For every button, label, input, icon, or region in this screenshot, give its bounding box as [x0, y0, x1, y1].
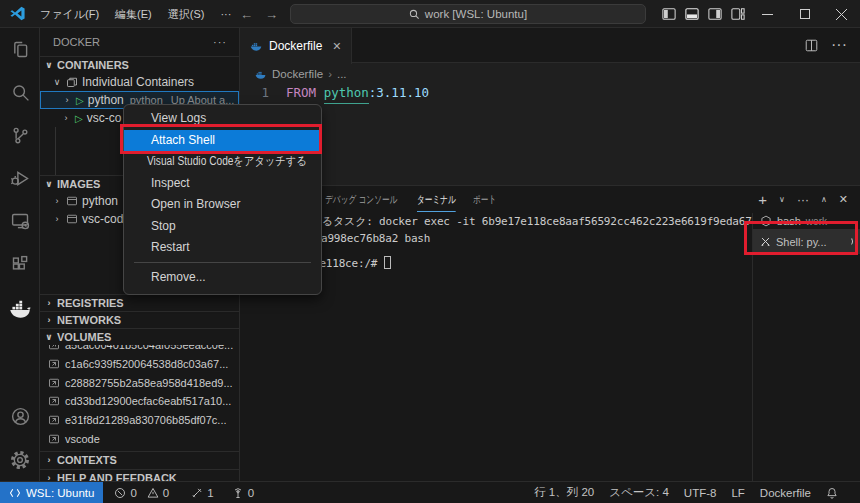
radio-tower-icon [232, 487, 244, 499]
menu-selection[interactable]: 選択(S) [160, 3, 213, 25]
menu-attach-vscode[interactable]: Visual Studio Codeをアタッチする [124, 151, 291, 173]
remote-icon [9, 487, 21, 499]
volume-icon [48, 377, 60, 389]
split-editor-icon[interactable] [805, 39, 818, 52]
toggle-sidebar-icon[interactable] [662, 7, 676, 21]
container-group-icon [66, 76, 78, 88]
section-volumes[interactable]: ∨VOLUMES [40, 328, 239, 345]
remote-explorer-icon[interactable] [0, 200, 40, 243]
activity-bar [0, 28, 40, 481]
settings-gear-icon[interactable] [0, 438, 40, 481]
panel-more-icon[interactable]: ··· [797, 193, 809, 207]
container-running-icon: ▷ [75, 113, 83, 124]
error-icon [114, 487, 126, 499]
terminal-prompt: 7e118ce:/# [313, 256, 391, 270]
section-registries[interactable]: ›REGISTRIES [40, 294, 239, 311]
search-text: work [WSL: Ubuntu] [425, 8, 527, 20]
source-control-icon[interactable] [0, 114, 40, 157]
volume-row[interactable]: c1a6c939f520064538d8c03a67... [40, 355, 239, 374]
extensions-icon[interactable] [0, 243, 40, 286]
problems-indicator[interactable]: 0 0 [109, 487, 174, 499]
panel-tab-ports[interactable]: ポート [473, 186, 496, 212]
menu-inspect[interactable]: Inspect [124, 173, 321, 195]
volume-row[interactable]: e31f8d21289a830706b85df07c... [40, 411, 239, 430]
tab-dockerfile[interactable]: Dockerfile ✕ [240, 28, 352, 64]
nav-back-icon[interactable]: ← [240, 7, 253, 22]
tools-indicator[interactable]: 1 [186, 487, 218, 499]
accounts-icon[interactable] [0, 395, 40, 438]
remote-indicator[interactable]: WSL: Ubuntu [0, 482, 103, 503]
menu-file[interactable]: ファイル(F) [32, 3, 107, 25]
volume-icon [48, 414, 60, 426]
code-line-1: 1 FROM python :3.11.10 [240, 85, 429, 104]
warning-icon [147, 487, 159, 499]
volume-row[interactable]: vscode [40, 429, 239, 448]
editor-tab-bar: Dockerfile ✕ ··· [240, 28, 860, 63]
volume-row[interactable]: c28882755b2a58ea958d418ed9... [40, 374, 239, 393]
bell-icon[interactable] [826, 487, 838, 499]
status-bar: WSL: Ubuntu 0 0 1 0 行 1、列 20 スペース: 4 UTF… [0, 481, 860, 503]
search-icon [409, 9, 420, 20]
menu-remove[interactable]: Remove... [124, 267, 321, 289]
panel-tab-terminal[interactable]: ターミナル [417, 186, 456, 212]
tools-icon [191, 487, 203, 499]
volume-icon [48, 433, 60, 445]
volume-row[interactable]: a5cac00401b5c04af055eeacc0e... [40, 345, 239, 355]
panel-close-icon[interactable]: ✕ [839, 193, 848, 206]
language-mode[interactable]: Dockerfile [760, 487, 811, 499]
new-terminal-icon[interactable]: + [758, 191, 767, 208]
run-debug-icon[interactable] [0, 157, 40, 200]
panel-tab-debug-console[interactable]: デバッグ コンソール [325, 186, 398, 212]
close-button[interactable] [823, 0, 860, 28]
search-view-icon[interactable] [0, 71, 40, 114]
annotation-shell-terminal [744, 221, 858, 255]
explorer-icon[interactable] [0, 28, 40, 71]
section-containers[interactable]: ∨CONTAINERS [40, 56, 239, 73]
volume-icon [48, 395, 60, 407]
container-running-icon: ▷ [76, 95, 84, 106]
title-bar: ファイル(F) 編集(E) 選択(S) ··· ← → work [WSL: U… [0, 0, 860, 28]
menu-edit[interactable]: 編集(E) [107, 3, 160, 25]
menu-stop[interactable]: Stop [124, 216, 321, 238]
section-help[interactable]: ›HELP AND FEEDBACK [40, 469, 239, 481]
editor-area: Dockerfile ✕ ··· Dockerfile › ... 1 FROM… [240, 28, 860, 185]
ports-indicator[interactable]: 0 [227, 487, 259, 499]
volume-icon [48, 345, 60, 351]
tab-close-icon[interactable]: ✕ [332, 40, 341, 53]
docker-view-icon[interactable] [0, 286, 40, 332]
toggle-secondary-sidebar-icon[interactable] [708, 7, 722, 21]
terminal-dropdown-icon[interactable]: ∨ [779, 195, 785, 204]
section-contexts[interactable]: ›CONTEXTS [40, 451, 239, 468]
indentation[interactable]: スペース: 4 [609, 485, 669, 500]
sidebar-more-icon[interactable]: ··· [213, 36, 227, 48]
section-networks[interactable]: ›NETWORKS [40, 311, 239, 328]
nav-forward-icon[interactable]: → [265, 7, 278, 22]
menu-restart[interactable]: Restart [124, 237, 321, 259]
minimize-button[interactable] [749, 0, 786, 28]
panel-maximize-icon[interactable]: ∧ [821, 195, 827, 204]
customize-layout-icon[interactable] [731, 7, 745, 21]
eol[interactable]: LF [731, 487, 744, 499]
editor-more-icon[interactable]: ··· [831, 36, 847, 54]
maximize-button[interactable] [786, 0, 823, 28]
vscode-logo [9, 5, 26, 22]
encoding[interactable]: UTF-8 [684, 487, 717, 499]
dockerfile-icon [249, 39, 263, 53]
toggle-panel-icon[interactable] [685, 7, 699, 21]
dockerfile-icon [254, 68, 267, 81]
menu-more[interactable]: ··· [212, 3, 239, 25]
volume-row[interactable]: cd33bd12900ecfac6eabf517a10... [40, 392, 239, 411]
tree-individual-containers[interactable]: ∨ Individual Containers [40, 73, 239, 91]
cursor-position[interactable]: 行 1、列 20 [534, 485, 594, 500]
breadcrumb[interactable]: Dockerfile › ... [240, 63, 347, 85]
command-center-search[interactable]: work [WSL: Ubuntu] [290, 4, 646, 24]
image-icon [66, 213, 78, 225]
image-icon [66, 195, 78, 207]
volume-icon [48, 358, 60, 370]
sidebar-title: DOCKER [53, 36, 100, 48]
menu-open-in-browser[interactable]: Open in Browser [124, 194, 321, 216]
annotation-attach-shell [120, 124, 322, 154]
